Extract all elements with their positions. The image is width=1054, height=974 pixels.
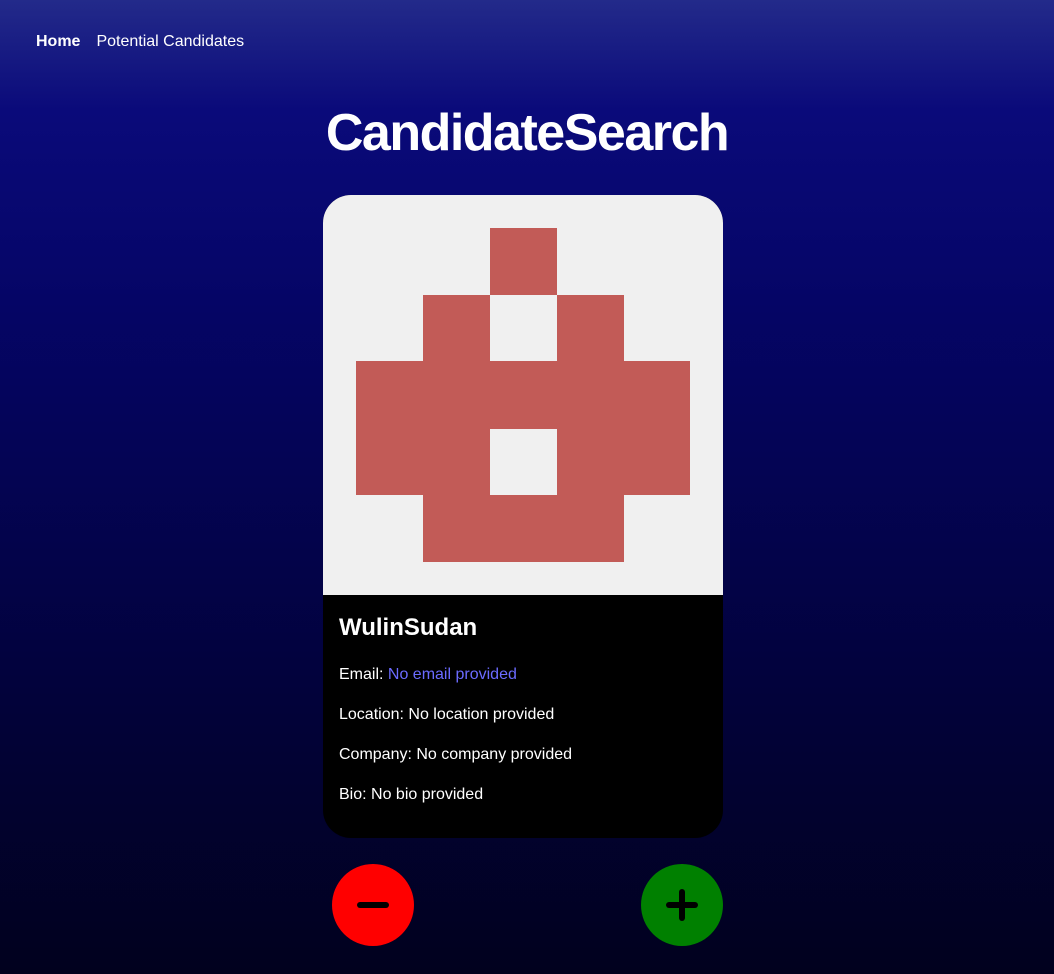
candidate-username: WulinSudan (339, 614, 478, 641)
candidate-location: Location: No location provided (339, 706, 555, 723)
candidate-company: Company: No company provided (339, 746, 573, 763)
candidate-card: WulinSudan Email: No email provided Loca… (323, 195, 723, 838)
accept-candidate-button[interactable] (641, 864, 723, 946)
minus-icon (357, 902, 389, 908)
email-link[interactable]: No email provided (388, 666, 517, 683)
candidate-avatar (323, 195, 723, 595)
reject-candidate-button[interactable] (332, 864, 414, 946)
candidate-email: Email: No email provided (339, 665, 517, 685)
email-label: Email: (339, 666, 388, 683)
plus-icon (666, 889, 698, 921)
page-title: CandidateSearch (325, 104, 730, 162)
nav-potential-candidates-link[interactable]: Potential Candidates (96, 32, 244, 52)
identicon-avatar-icon (356, 228, 690, 562)
nav-home-link[interactable]: Home (36, 32, 80, 52)
candidate-bio: Bio: No bio provided (339, 786, 484, 803)
top-nav: Home Potential Candidates (36, 32, 244, 52)
